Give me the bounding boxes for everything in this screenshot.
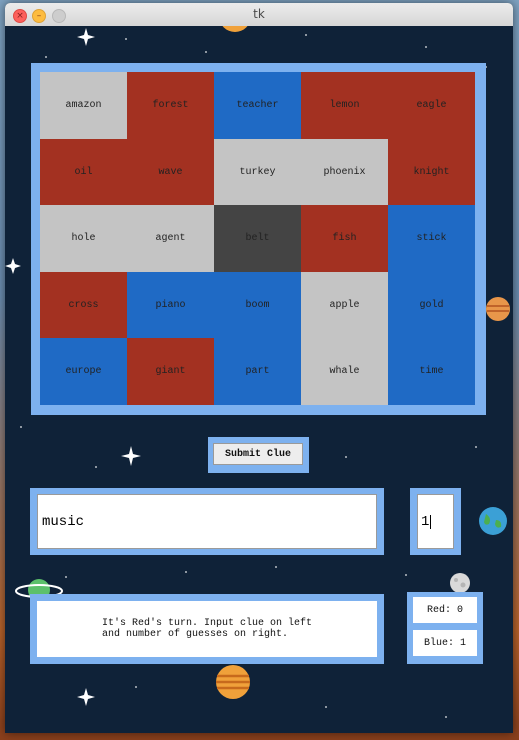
word-card-stick[interactable]: stick xyxy=(388,205,475,272)
star-decoration xyxy=(205,51,207,53)
word-card-giant[interactable]: giant xyxy=(127,338,214,405)
sparkle-icon xyxy=(77,688,95,706)
guess-count-frame: 1 xyxy=(410,488,461,555)
word-card-teacher[interactable]: teacher xyxy=(214,72,301,139)
star-decoration xyxy=(65,576,67,578)
turn-message: It's Red's turn. Input clue on left and … xyxy=(37,601,377,657)
clue-input[interactable]: music xyxy=(37,494,377,549)
board-frame: amazon forest teacher lemon eagle oil wave turk… xyxy=(31,63,486,415)
title-bar[interactable]: × – tk xyxy=(5,3,513,27)
clue-input-value: music xyxy=(42,513,85,530)
sparkle-icon xyxy=(5,258,21,274)
word-card-time[interactable]: time xyxy=(388,338,475,405)
word-card-forest[interactable]: forest xyxy=(127,72,214,139)
planet-icon xyxy=(216,665,250,699)
word-card-hole[interactable]: hole xyxy=(40,205,127,272)
star-decoration xyxy=(135,686,137,688)
submit-clue-button[interactable]: Submit Clue xyxy=(213,443,303,465)
blue-score: Blue: 1 xyxy=(413,630,477,656)
guess-count-input[interactable]: 1 xyxy=(417,494,454,549)
star-decoration xyxy=(445,716,447,718)
word-card-whale[interactable]: whale xyxy=(301,338,388,405)
word-card-amazon[interactable]: amazon xyxy=(40,72,127,139)
word-card-belt[interactable]: belt xyxy=(214,205,301,272)
word-card-piano[interactable]: piano xyxy=(127,272,214,338)
earth-icon xyxy=(479,507,507,535)
sparkle-icon xyxy=(121,446,141,466)
word-card-europe[interactable]: europe xyxy=(40,338,127,405)
text-caret xyxy=(430,514,432,529)
red-score: Red: 0 xyxy=(413,597,477,623)
star-decoration xyxy=(275,566,277,568)
game-canvas: amazon forest teacher lemon eagle oil wave turk… xyxy=(5,26,513,733)
word-card-oil[interactable]: oil xyxy=(40,139,127,205)
star-decoration xyxy=(345,456,347,458)
clue-frame: music xyxy=(30,488,384,555)
star-decoration xyxy=(45,56,47,58)
word-card-part[interactable]: part xyxy=(214,338,301,405)
word-grid: amazon forest teacher lemon eagle oil wave turk… xyxy=(40,72,475,405)
planet-icon xyxy=(222,26,248,32)
word-card-phoenix[interactable]: phoenix xyxy=(301,139,388,205)
star-decoration xyxy=(185,571,187,573)
word-card-knight[interactable]: knight xyxy=(388,139,475,205)
word-card-gold[interactable]: gold xyxy=(388,272,475,338)
word-card-agent[interactable]: agent xyxy=(127,205,214,272)
message-frame: It's Red's turn. Input clue on left and … xyxy=(30,594,384,664)
word-card-wave[interactable]: wave xyxy=(127,139,214,205)
star-decoration xyxy=(95,466,97,468)
star-decoration xyxy=(20,426,22,428)
window-title: tk xyxy=(253,7,265,21)
guess-count-value: 1 xyxy=(421,513,430,530)
star-decoration xyxy=(305,34,307,36)
star-decoration xyxy=(425,46,427,48)
star-decoration xyxy=(405,574,407,576)
score-frame: Red: 0 Blue: 1 xyxy=(407,592,483,664)
star-decoration xyxy=(125,38,127,40)
planet-icon xyxy=(486,297,510,321)
word-card-turkey[interactable]: turkey xyxy=(214,139,301,205)
star-decoration xyxy=(325,706,327,708)
word-card-cross[interactable]: cross xyxy=(40,272,127,338)
word-card-boom[interactable]: boom xyxy=(214,272,301,338)
star-decoration xyxy=(475,446,477,448)
moon-icon xyxy=(450,573,470,593)
word-card-apple[interactable]: apple xyxy=(301,272,388,338)
word-card-eagle[interactable]: eagle xyxy=(388,72,475,139)
submit-frame: Submit Clue xyxy=(208,437,309,473)
word-card-fish[interactable]: fish xyxy=(301,205,388,272)
word-card-lemon[interactable]: lemon xyxy=(301,72,388,139)
sparkle-icon xyxy=(77,28,95,46)
app-window: × – tk amazon forest teacher lemon eagle… xyxy=(5,3,513,733)
